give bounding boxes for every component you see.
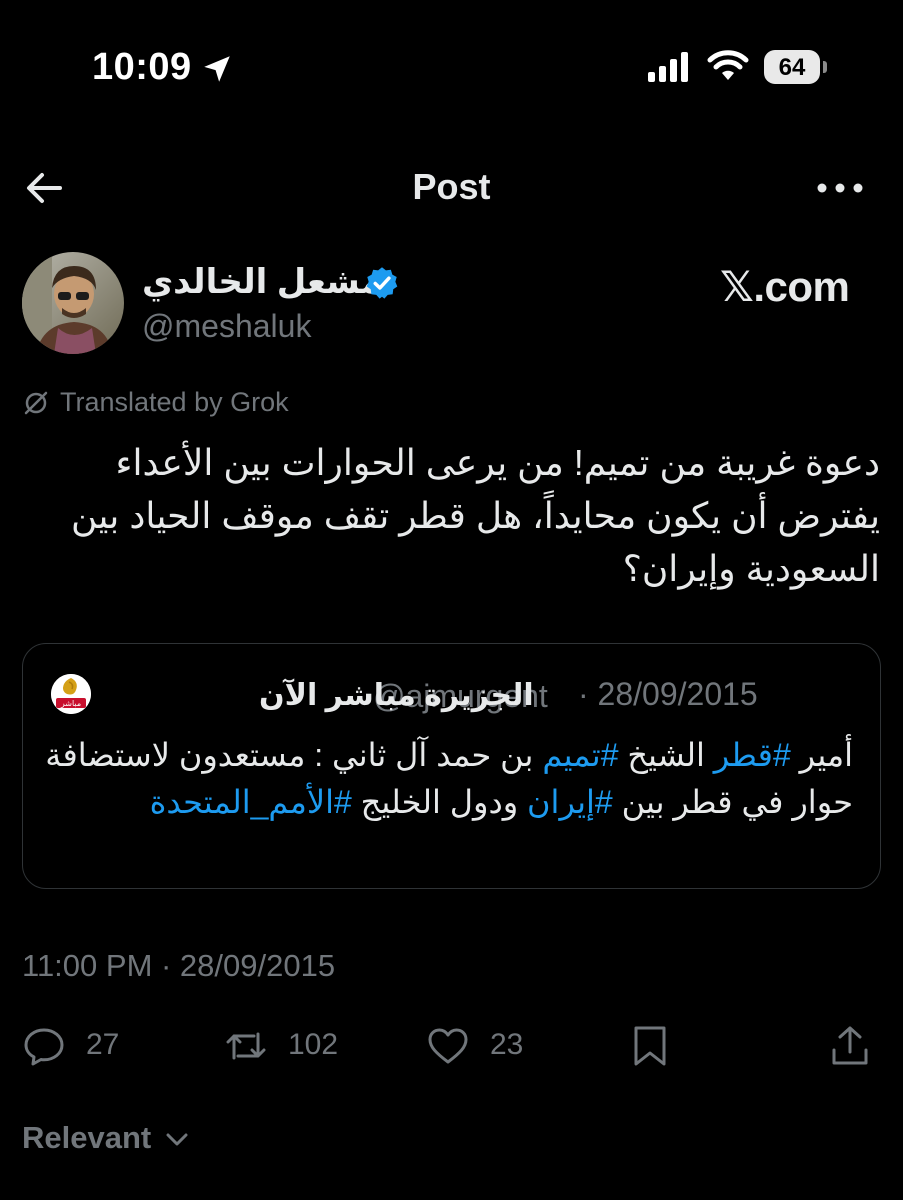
hashtag-link[interactable]: #إيران <box>527 784 613 820</box>
quote-text-part: ودول الخليج <box>351 784 528 820</box>
post-header: Post <box>0 160 903 216</box>
repost-count: 102 <box>288 1028 339 1061</box>
post-text: دعوة غريبة من تميم! من يرعى الحوارات بين… <box>71 442 880 589</box>
share-icon <box>832 1026 868 1065</box>
location-arrow-icon <box>204 56 230 82</box>
sort-dropdown-label[interactable]: Relevant <box>22 1120 151 1156</box>
reply-icon <box>24 1028 64 1066</box>
status-bar: 10:09 64 <box>0 40 903 96</box>
quote-text-part: أمير <box>790 737 853 773</box>
site-watermark: 𝕏.com <box>720 263 850 310</box>
signal-icon <box>648 52 688 82</box>
quote-date: · 28/09/2015 <box>578 676 758 712</box>
share-button[interactable] <box>828 1020 872 1070</box>
post-timestamp[interactable]: 11:00 PM · 28/09/2015 <box>22 948 335 984</box>
repost-icon <box>226 1032 266 1060</box>
like-icon <box>428 1028 468 1064</box>
bookmark-icon <box>634 1026 666 1066</box>
hashtag-link[interactable]: #قطر <box>714 737 791 773</box>
translate-icon <box>24 391 48 415</box>
avatar[interactable] <box>22 252 124 354</box>
like-count: 23 <box>490 1028 524 1061</box>
like-button[interactable]: 23 <box>426 1020 536 1070</box>
quoted-post[interactable]: مباشر @ajmurgent الجزيرة مباشر الآن · 28… <box>22 643 881 889</box>
battery-icon: 64 <box>764 50 828 84</box>
author-name[interactable]: مشعل الخالدي <box>142 262 382 302</box>
action-bar: 27 102 23 <box>0 1020 903 1070</box>
quote-author-name: الجزيرة مباشر الآن <box>259 679 534 712</box>
hashtag-link[interactable]: #تميم <box>542 737 618 773</box>
reply-count: 27 <box>86 1028 120 1061</box>
page-title: Post <box>412 166 491 207</box>
wifi-icon <box>707 50 749 80</box>
more-icon[interactable] <box>812 170 868 206</box>
chevron-down-icon[interactable] <box>162 1124 192 1154</box>
repost-button[interactable]: 102 <box>224 1020 354 1070</box>
quote-avatar: مباشر <box>51 674 91 714</box>
clock: 10:09 <box>92 46 192 88</box>
hashtag-link[interactable]: #الأمم_المتحدة <box>150 784 352 820</box>
quote-text-part: الشيخ <box>618 737 714 773</box>
verified-icon <box>366 267 398 299</box>
reply-button[interactable]: 27 <box>22 1020 132 1070</box>
author-handle[interactable]: @meshaluk <box>142 308 311 345</box>
post-screen: 10:09 64 Post مشعل الخالدي @meshaluk 𝕏.c… <box>0 0 903 1200</box>
quote-text: أمير #قطر الشيخ #تميم بن حمد آل ثاني : م… <box>43 732 853 826</box>
quote-logo-text: مباشر <box>60 699 81 708</box>
battery-level: 64 <box>778 54 806 81</box>
translated-text: Translated by Grok <box>60 387 289 417</box>
bookmark-button[interactable] <box>628 1020 672 1070</box>
